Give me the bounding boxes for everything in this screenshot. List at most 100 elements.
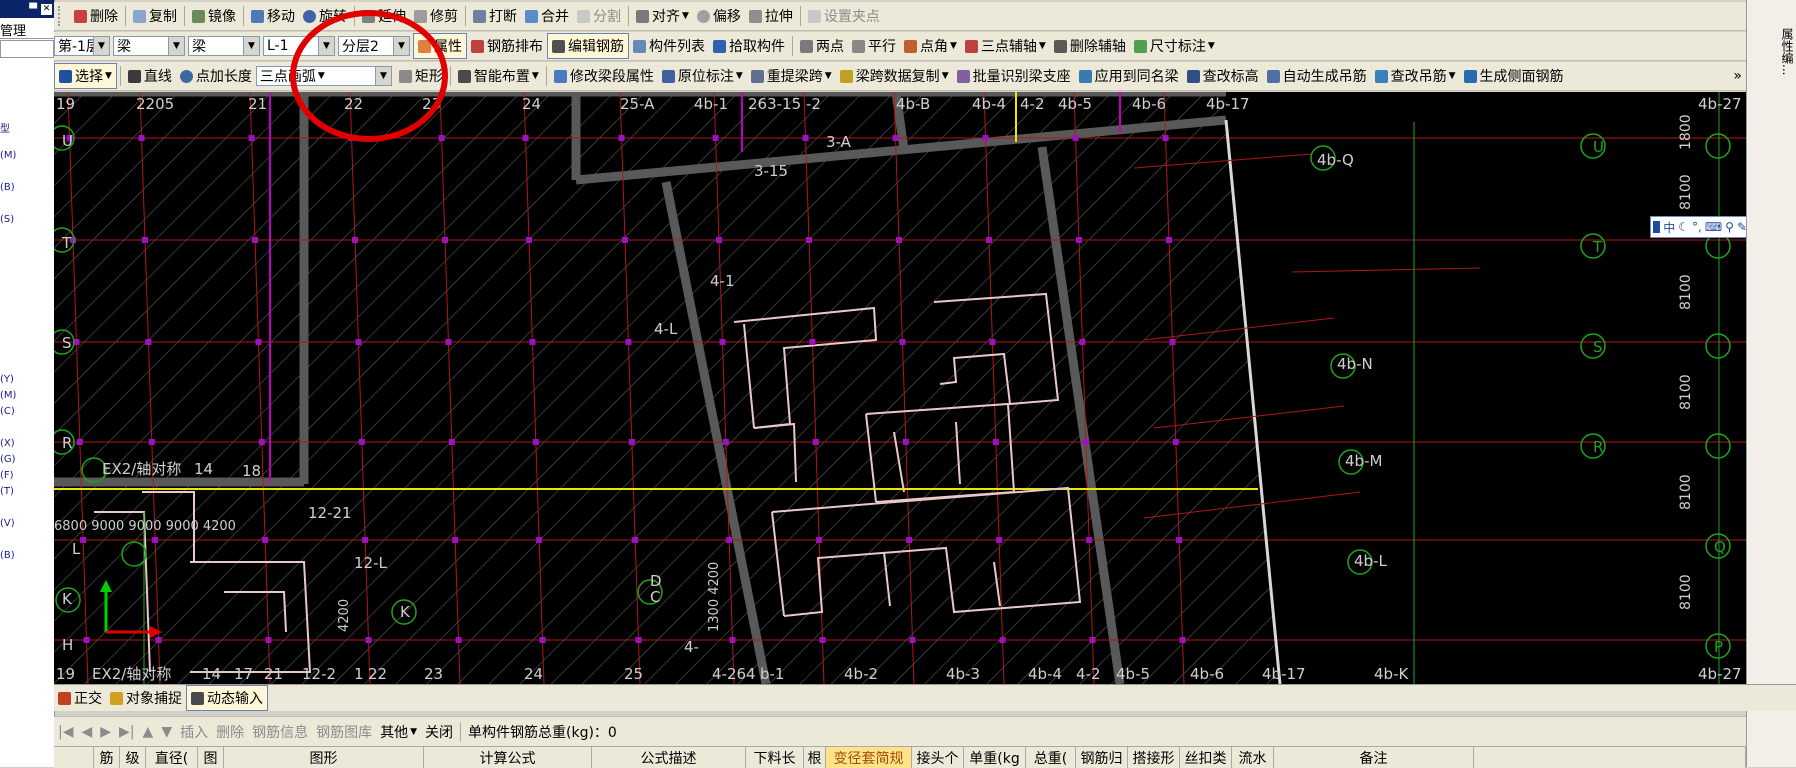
list-item[interactable]: (B) bbox=[0, 182, 15, 193]
rebar-info-button[interactable]: 钢筋信息 bbox=[248, 720, 312, 744]
set-grip-button[interactable]: 设置夹点 bbox=[804, 4, 884, 28]
list-item[interactable]: (Y) bbox=[0, 374, 14, 385]
column-header[interactable]: 下料长 bbox=[746, 747, 804, 768]
auto-hanger-button[interactable]: 自动生成吊筋 bbox=[1263, 64, 1371, 88]
smart-layout-button[interactable]: 智能布置 ▼ bbox=[454, 64, 543, 88]
list-item[interactable]: (G) bbox=[0, 454, 16, 465]
wrench-icon[interactable]: ✎ bbox=[1737, 220, 1746, 234]
offset-button[interactable]: 偏移 bbox=[693, 4, 745, 28]
re-extract-span-button[interactable]: 重提梁跨 ▼ bbox=[747, 64, 836, 88]
property-panel-title[interactable]: 属性编... bbox=[1779, 28, 1796, 75]
list-item[interactable]: 型 bbox=[0, 120, 10, 135]
other-menu-button[interactable]: 其他 ▼ bbox=[376, 720, 421, 744]
column-header[interactable]: 级 bbox=[120, 747, 146, 768]
merge-button[interactable]: 合并 bbox=[521, 4, 573, 28]
edit-rebar-button[interactable]: 编辑钢筋 bbox=[547, 33, 629, 59]
in-place-annotation-button[interactable]: 原位标注 ▼ bbox=[658, 64, 747, 88]
delete-row-button[interactable]: 删除 bbox=[212, 720, 248, 744]
copy-button[interactable]: 复制 bbox=[129, 4, 181, 28]
column-header[interactable]: 图 bbox=[198, 747, 224, 768]
three-point-axis-button[interactable]: 三点辅轴 ▼ bbox=[961, 34, 1050, 58]
punct-icon[interactable]: °, bbox=[1692, 220, 1702, 234]
mirror-button[interactable]: 镜像 bbox=[188, 4, 240, 28]
rect-button[interactable]: 矩形 bbox=[395, 64, 447, 88]
column-header[interactable]: 计算公式 bbox=[424, 747, 592, 768]
break-button[interactable]: 打断 bbox=[469, 4, 521, 28]
pin-icon[interactable]: ▀ bbox=[29, 4, 37, 15]
column-header[interactable]: 接头个 bbox=[912, 747, 964, 768]
ime-toolbar[interactable]: 中 ☾ °, ⌨ ⚲ ✎ bbox=[1650, 216, 1746, 238]
side-rebar-button[interactable]: 生成侧面钢筋 bbox=[1460, 64, 1568, 88]
drawing-canvas[interactable]: 19 2205 21 22 23 24 25-A 4b-1 263-15 -2 … bbox=[54, 92, 1746, 684]
last-record-button[interactable]: ▶| bbox=[115, 720, 138, 744]
move-down-button[interactable]: ▼ bbox=[157, 720, 176, 744]
column-header[interactable] bbox=[54, 747, 94, 768]
column-header[interactable]: 根 bbox=[804, 747, 826, 768]
first-record-button[interactable]: |◀ bbox=[54, 720, 77, 744]
ortho-toggle[interactable]: 正交 bbox=[54, 686, 106, 710]
stretch-button[interactable]: 拉伸 bbox=[745, 4, 797, 28]
align-button[interactable]: 对齐 ▼ bbox=[632, 4, 693, 28]
list-item[interactable]: (V) bbox=[0, 518, 15, 529]
select-button[interactable]: 选择 ▼ bbox=[54, 63, 117, 89]
move-up-button[interactable]: ▲ bbox=[139, 720, 158, 744]
layer-select[interactable]: 分层2 ▼ bbox=[338, 36, 410, 56]
span-copy-button[interactable]: 梁跨数据复制 ▼ bbox=[836, 64, 953, 88]
two-points-button[interactable]: 两点 bbox=[796, 34, 848, 58]
moon-icon[interactable]: ☾ bbox=[1678, 220, 1689, 234]
column-header[interactable]: 搭接形 bbox=[1128, 747, 1180, 768]
column-header[interactable]: 备注 bbox=[1274, 747, 1474, 768]
column-header[interactable]: 图形 bbox=[224, 747, 424, 768]
modify-segment-button[interactable]: 修改梁段属性 bbox=[550, 64, 658, 88]
component-list-button[interactable]: 构件列表 bbox=[629, 34, 709, 58]
component-name-select[interactable]: L-1 ▼ bbox=[263, 36, 335, 56]
close-grid-button[interactable]: 关闭 bbox=[421, 720, 457, 744]
list-item[interactable]: (T) bbox=[0, 486, 14, 497]
column-header[interactable]: 直径( bbox=[146, 747, 198, 768]
pick-component-button[interactable]: 拾取构件 bbox=[709, 34, 789, 58]
prev-record-button[interactable]: ◀ bbox=[77, 720, 96, 744]
list-item[interactable]: (X) bbox=[0, 438, 15, 449]
close-icon[interactable]: ✕ bbox=[41, 3, 52, 15]
point-length-button[interactable]: 点加长度 bbox=[176, 64, 256, 88]
column-header[interactable]: 公式描述 bbox=[592, 747, 746, 768]
rebar-library-button[interactable]: 钢筋图库 bbox=[312, 720, 376, 744]
component-subtype-select[interactable]: 梁 ▼ bbox=[188, 36, 260, 56]
extend-button[interactable]: 延伸 bbox=[358, 4, 410, 28]
list-item[interactable]: (M) bbox=[0, 150, 16, 161]
column-header[interactable]: 钢筋归 bbox=[1076, 747, 1128, 768]
move-button[interactable]: 移动 bbox=[247, 4, 299, 28]
column-header[interactable]: 总重( bbox=[1026, 747, 1076, 768]
next-record-button[interactable]: ▶ bbox=[96, 720, 115, 744]
snap-toggle[interactable]: 对象捕捉 bbox=[106, 686, 186, 710]
dynamic-input-toggle[interactable]: 动态输入 bbox=[186, 685, 268, 711]
property-panel-collapsed[interactable]: 属性编... bbox=[1746, 0, 1796, 767]
column-header[interactable]: 流水 bbox=[1232, 747, 1274, 768]
user-icon[interactable]: ⚲ bbox=[1725, 220, 1734, 234]
ime-chinese-toggle[interactable]: 中 bbox=[1663, 219, 1675, 236]
arc-mode-select[interactable]: 三点画弧 ▼ ▼ bbox=[255, 66, 392, 86]
batch-support-button[interactable]: 批量识别梁支座 bbox=[953, 64, 1075, 88]
trim-button[interactable]: 修剪 bbox=[410, 4, 462, 28]
insert-button[interactable]: 插入 bbox=[176, 720, 212, 744]
column-header[interactable]: 单重(kg bbox=[964, 747, 1026, 768]
list-item[interactable]: (B) bbox=[0, 550, 15, 561]
property-button[interactable]: 属性 bbox=[413, 33, 467, 59]
split-button[interactable]: 分割 bbox=[573, 4, 625, 28]
delete-axis-button[interactable]: 删除辅轴 bbox=[1050, 34, 1130, 58]
rebar-layout-button[interactable]: 钢筋排布 bbox=[467, 34, 547, 58]
keyboard-icon[interactable]: ⌨ bbox=[1705, 220, 1722, 234]
change-hanger-button[interactable]: 查改吊筋 ▼ bbox=[1371, 64, 1460, 88]
column-header[interactable]: 变径套简规 bbox=[826, 747, 912, 768]
cad-drawing[interactable]: 19 2205 21 22 23 24 25-A 4b-1 263-15 -2 … bbox=[54, 92, 1746, 684]
floor-select[interactable]: 第-1层 ▼ bbox=[54, 36, 110, 56]
apply-same-name-button[interactable]: 应用到同名梁 bbox=[1075, 64, 1183, 88]
component-type-select[interactable]: 梁 ▼ bbox=[113, 36, 185, 56]
list-item[interactable]: (C) bbox=[0, 406, 15, 417]
change-elevation-button[interactable]: 查改标高 bbox=[1183, 64, 1263, 88]
delete-button[interactable]: 删除 bbox=[70, 4, 122, 28]
dimension-button[interactable]: 尺寸标注 ▼ bbox=[1130, 34, 1219, 58]
point-angle-button[interactable]: 点角 ▼ bbox=[900, 34, 961, 58]
list-item[interactable]: (M) bbox=[0, 390, 16, 401]
list-item[interactable]: (S) bbox=[0, 214, 14, 225]
